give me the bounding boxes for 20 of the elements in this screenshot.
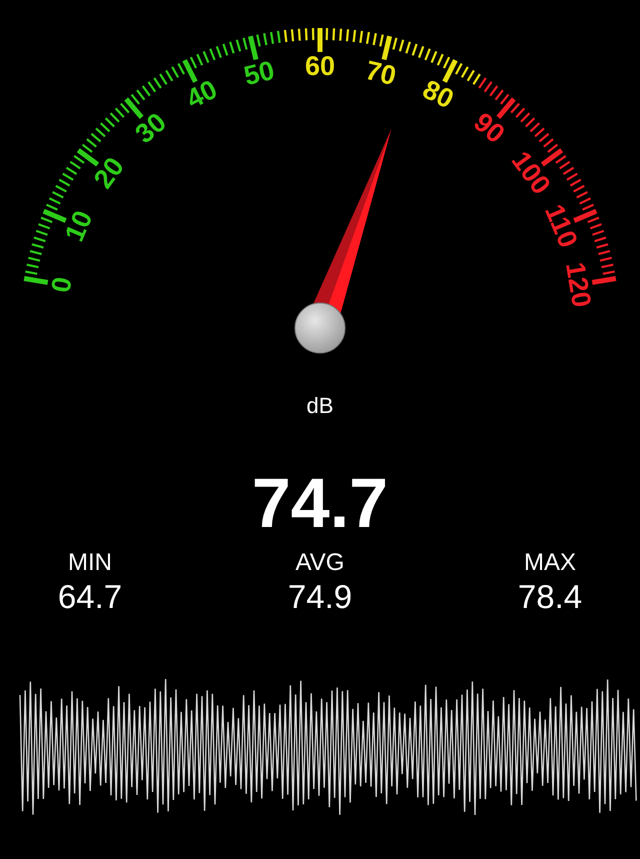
scale-label: 30 — [130, 106, 172, 150]
scale-label: 10 — [59, 206, 98, 246]
scale-label: 20 — [88, 152, 130, 194]
scale-label: 40 — [182, 74, 222, 114]
scale-label: 60 — [304, 51, 336, 81]
stat-value: 64.7 — [58, 577, 122, 617]
stat-label: AVG — [296, 549, 344, 577]
stat-value: 78.4 — [518, 577, 582, 617]
scale-label: 110 — [539, 200, 584, 252]
scale-label: 70 — [362, 55, 399, 92]
stat-label: MAX — [524, 549, 576, 577]
scale-label: 50 — [241, 55, 278, 92]
unit-label: dB — [306, 393, 334, 419]
stat-label: MIN — [68, 549, 112, 577]
scale-label: 0 — [46, 274, 78, 295]
scale-label: 80 — [418, 74, 458, 114]
sound-level-reading: 74.7 — [252, 463, 388, 543]
stat-value: 74.9 — [288, 577, 352, 617]
needle-hub — [294, 302, 346, 354]
scale-label: 120 — [560, 260, 597, 310]
